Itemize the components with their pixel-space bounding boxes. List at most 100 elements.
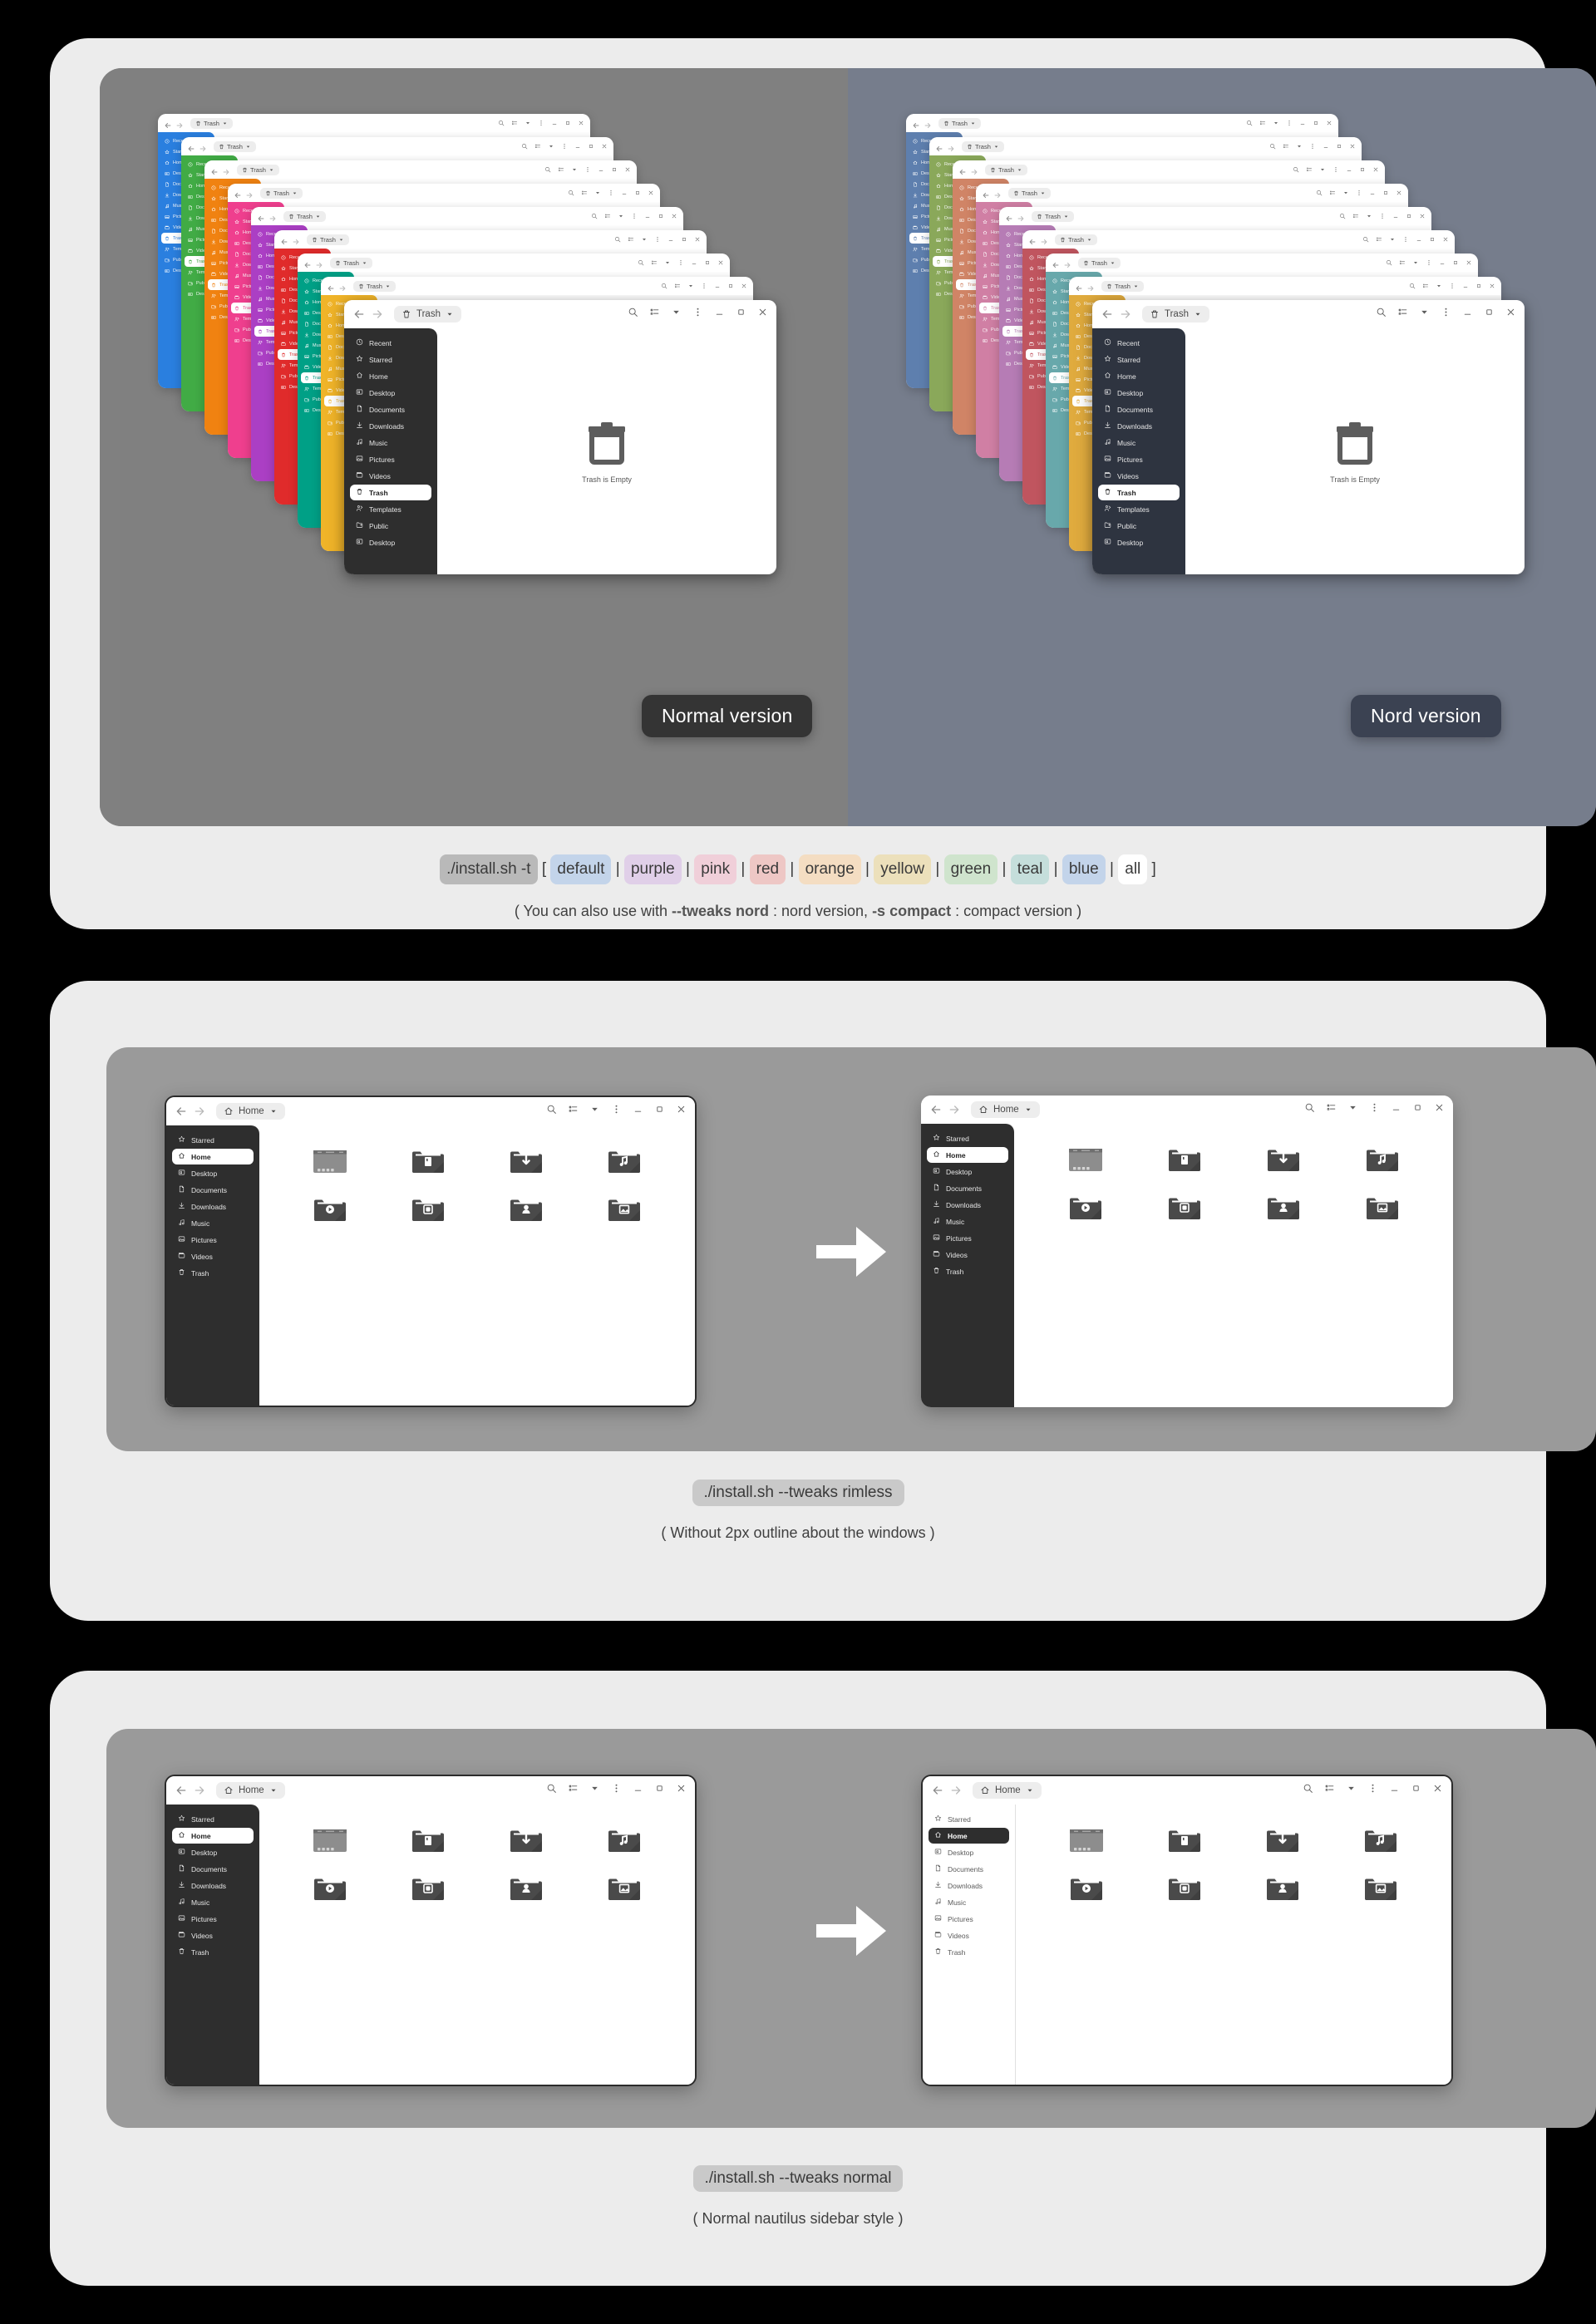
menu-dots-icon-button[interactable] [1369,1102,1380,1117]
close-icon-button[interactable] [1505,307,1516,322]
close-icon-button[interactable] [1326,116,1332,130]
menu-dots-icon-button[interactable] [701,278,707,293]
menu-dots-icon-button[interactable] [1367,1783,1378,1798]
minimize-icon-button[interactable] [598,162,604,177]
list-view-icon-button[interactable] [1259,116,1266,130]
back-button[interactable] [1005,212,1013,221]
file-item[interactable] [477,1824,575,1858]
file-content-area[interactable] [259,1805,695,2085]
sidebar-item-downloads[interactable]: Downloads [929,1878,1009,1893]
menu-dots-icon-button[interactable] [611,1783,622,1798]
file-item[interactable] [1036,1144,1135,1177]
minimize-icon-button[interactable] [691,255,697,270]
file-content-area[interactable] [259,1125,695,1406]
maximize-icon-button[interactable] [1475,278,1482,293]
file-item[interactable] [281,1873,379,1906]
maximize-icon-button[interactable] [1336,139,1342,154]
list-view-icon-button[interactable] [581,185,588,200]
search-icon-button[interactable] [614,232,621,247]
sidebar-item-starred[interactable]: Starred [350,352,431,367]
menu-dots-icon-button[interactable] [584,162,591,177]
search-icon-button[interactable] [591,209,598,224]
forward-button[interactable] [371,308,384,321]
minimize-icon-button[interactable] [1369,185,1376,200]
chevron-down-icon-button[interactable] [1412,255,1419,270]
chevron-down-icon-button[interactable] [1389,232,1396,247]
path-button[interactable]: Home [216,1782,285,1799]
search-icon-button[interactable] [661,278,667,293]
file-manager-window[interactable]: Home Starred Home Desktop Documents Downloads… [165,1096,697,1407]
file-item[interactable] [575,1873,673,1906]
chevron-down-icon-button[interactable] [641,232,648,247]
forward-button[interactable] [1063,258,1071,268]
forward-button[interactable] [947,142,955,151]
chevron-down-icon-button[interactable] [589,1104,600,1119]
back-button[interactable] [210,165,219,175]
back-button[interactable] [175,1784,188,1797]
back-button[interactable] [1052,258,1060,268]
chevron-down-icon-button[interactable] [1347,1102,1358,1117]
back-button[interactable] [164,119,172,128]
sidebar-item-downloads[interactable]: Downloads [172,1878,254,1893]
menu-dots-icon-button[interactable] [611,1104,622,1119]
minimize-icon-button[interactable] [1439,255,1446,270]
file-item[interactable] [1135,1873,1234,1906]
file-item[interactable] [281,1194,379,1227]
file-item[interactable] [1234,1873,1332,1906]
menu-dots-icon-button[interactable] [1356,185,1362,200]
file-item[interactable] [281,1145,379,1179]
back-button[interactable] [935,142,943,151]
sidebar-item-documents[interactable]: Documents [350,401,431,417]
close-icon-button[interactable] [1419,209,1426,224]
forward-button[interactable] [245,189,254,198]
minimize-icon-button[interactable] [1462,278,1469,293]
search-icon-button[interactable] [544,162,551,177]
path-button[interactable]: Trash [214,140,256,152]
maximize-icon-button[interactable] [1382,185,1389,200]
sidebar-item-music[interactable]: Music [172,1215,254,1231]
chevron-down-icon-button[interactable] [1342,185,1349,200]
variant-chip-red[interactable]: red [749,854,786,885]
close-icon-button[interactable] [1396,185,1402,200]
list-view-icon-button[interactable] [674,278,681,293]
back-button[interactable] [303,258,312,268]
file-item[interactable] [379,1873,477,1906]
sidebar-item-home[interactable]: Home [929,1828,1009,1844]
sidebar-item-documents[interactable]: Documents [172,1182,254,1198]
back-button[interactable] [931,1784,944,1797]
list-view-icon-button[interactable] [511,116,518,130]
sidebar-item-trash[interactable]: Trash [172,1944,254,1960]
file-content-area[interactable]: Trash is Empty [437,328,776,574]
forward-button[interactable] [1086,282,1095,291]
path-button[interactable]: Trash [1078,257,1121,268]
forward-button[interactable] [193,1784,206,1797]
list-view-icon-button[interactable] [649,307,660,322]
menu-dots-icon-button[interactable] [1426,255,1432,270]
close-icon-button[interactable] [1432,1783,1443,1798]
file-item[interactable] [1332,1192,1431,1225]
sidebar-item-pictures[interactable]: Pictures [172,1911,254,1927]
file-manager-window[interactable]: Home Starred Home Desktop Documents Downloads… [921,1096,1453,1407]
back-button[interactable] [1028,235,1037,244]
menu-dots-icon-button[interactable] [692,307,703,322]
sidebar-item-videos[interactable]: Videos [350,468,431,484]
forward-button[interactable] [949,1784,963,1797]
file-manager-window[interactable]: Home Starred Home Desktop Documents Downloads… [165,1775,697,2086]
menu-dots-icon-button[interactable] [561,139,568,154]
back-button[interactable] [327,282,335,291]
maximize-icon-button[interactable] [1429,232,1436,247]
variant-chip-yellow[interactable]: yellow [874,854,932,885]
forward-button[interactable] [292,235,300,244]
forward-button[interactable] [924,119,932,128]
minimize-icon-button[interactable] [1299,116,1306,130]
maximize-icon-button[interactable] [1406,209,1412,224]
menu-dots-icon-button[interactable] [677,255,684,270]
file-item[interactable] [1234,1824,1332,1858]
maximize-icon-button[interactable] [1411,1783,1421,1798]
menu-dots-icon-button[interactable] [1449,278,1456,293]
sidebar-item-desktop[interactable]: Desktop [350,385,431,401]
file-item[interactable] [1332,1873,1430,1906]
menu-dots-icon-button[interactable] [1441,307,1451,322]
file-item[interactable] [477,1194,575,1227]
list-view-icon-button[interactable] [628,232,634,247]
